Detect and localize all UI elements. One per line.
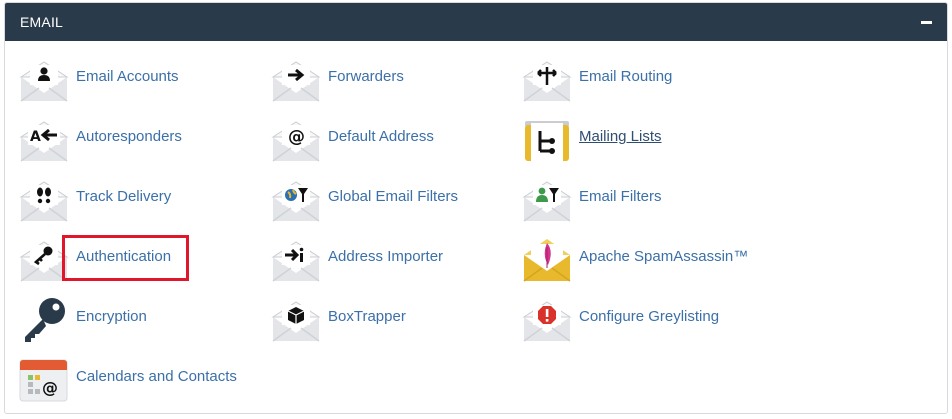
item-label: Authentication	[76, 248, 172, 265]
item-label: Configure Greylisting	[579, 308, 720, 325]
key-icon	[19, 295, 69, 345]
key-envelope-icon	[19, 235, 69, 285]
svg-text:@: @	[42, 378, 58, 397]
item-label: Apache SpamAssassin™	[579, 248, 749, 265]
item-label: Default Address	[328, 128, 434, 145]
collapse-icon[interactable]	[919, 14, 935, 30]
item-label: Track Delivery	[76, 188, 172, 205]
item-label: Email Routing	[579, 68, 673, 85]
calendar-icon: @	[19, 355, 69, 405]
box-envelope-icon	[271, 295, 321, 345]
item-label: Mailing Lists	[579, 128, 662, 145]
item-label: Email Accounts	[76, 68, 179, 85]
alert-envelope-icon	[522, 295, 572, 345]
globe-filter-envelope-icon	[271, 175, 321, 225]
svg-text:A: A	[30, 129, 41, 145]
at-envelope-icon: @	[271, 115, 321, 165]
item-label: Calendars and Contacts	[76, 368, 237, 385]
import-envelope-icon	[271, 235, 321, 285]
item-label: Email Filters	[579, 188, 662, 205]
item-label: Forwarders	[328, 68, 404, 85]
user-envelope-icon	[19, 55, 69, 105]
panel-header[interactable]: EMAIL	[5, 3, 947, 41]
feather-envelope-icon	[522, 235, 572, 285]
footprints-envelope-icon	[19, 175, 69, 225]
user-filter-envelope-icon	[522, 175, 572, 225]
item-label: BoxTrapper	[328, 308, 406, 325]
svg-text:@: @	[288, 127, 305, 147]
item-label: Global Email Filters	[328, 188, 459, 205]
panel-title: EMAIL	[20, 14, 64, 30]
email-panel: EMAIL	[4, 2, 948, 414]
item-label: Address Importer	[328, 248, 444, 265]
autoreply-envelope-icon: A	[19, 115, 69, 165]
item-label: Autoresponders	[76, 128, 182, 145]
routing-envelope-icon	[522, 55, 572, 105]
mailing-list-icon	[522, 115, 572, 165]
arrow-envelope-icon	[271, 55, 321, 105]
item-label: Encryption	[76, 308, 147, 325]
